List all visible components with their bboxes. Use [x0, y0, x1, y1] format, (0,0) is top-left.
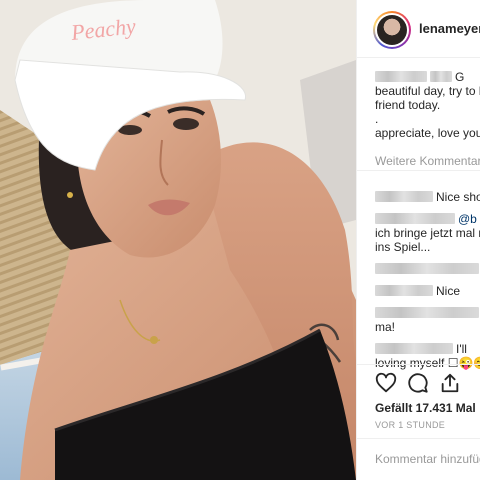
post-actions: [375, 372, 480, 396]
post-timestamp: VOR 1 STUNDE: [375, 420, 446, 430]
post-photo[interactable]: Peachy: [0, 0, 356, 480]
divider: [357, 438, 480, 439]
comment-2-line-2: ich bringe jetzt mal m: [375, 226, 480, 240]
post-header: lenameyerla: [357, 0, 480, 58]
comment-6: I'll: [375, 342, 480, 356]
post-panel: lenameyerla G beautiful day, try to b fr…: [356, 0, 480, 480]
comments-section: G beautiful day, try to b friend today. …: [375, 70, 480, 168]
blurred-text: [430, 71, 452, 82]
comment-1: Nice sho: [375, 190, 480, 204]
blurred-username[interactable]: [375, 191, 433, 202]
mention-link[interactable]: @b: [458, 212, 477, 226]
blurred-comment: [375, 307, 479, 318]
heart-icon[interactable]: [375, 372, 399, 396]
more-comments-link[interactable]: Weitere Kommentar: [375, 154, 480, 168]
blurred-username[interactable]: [375, 285, 433, 296]
comments-list: Nice sho @b ich bringe jetzt mal m ins S…: [375, 190, 480, 370]
likes-count[interactable]: Gefällt 17.431 Mal: [375, 401, 476, 415]
caption-line-2: beautiful day, try to b: [375, 84, 480, 98]
share-icon[interactable]: [439, 372, 463, 396]
blurred-comment: [375, 263, 479, 274]
comment-2: @b: [375, 212, 480, 226]
comment-5: [375, 306, 480, 320]
blurred-username: [375, 71, 427, 82]
add-comment-input[interactable]: Kommentar hinzufügen...: [375, 452, 480, 466]
username-link[interactable]: lenameyerla: [419, 21, 480, 36]
selfie-image: Peachy: [0, 0, 356, 480]
caption-line-4: .: [375, 112, 379, 126]
blurred-username[interactable]: [375, 213, 455, 224]
caption-line-1: G: [375, 70, 480, 84]
comment-4: Nice: [375, 284, 480, 298]
comment-5-line-2: ma!: [375, 320, 396, 334]
caption-line-5: appreciate, love your: [375, 126, 480, 140]
avatar[interactable]: [373, 11, 411, 49]
divider: [357, 364, 480, 365]
comment-2-line-3: ins Spiel...: [375, 240, 431, 254]
blurred-username[interactable]: [375, 343, 453, 354]
caption-line-3: friend today.: [375, 98, 441, 112]
comment-icon[interactable]: [407, 372, 431, 396]
comment-6-line-2: loving myself ☐😜😊: [375, 356, 480, 370]
comment-3: [375, 262, 480, 276]
divider: [357, 170, 480, 171]
